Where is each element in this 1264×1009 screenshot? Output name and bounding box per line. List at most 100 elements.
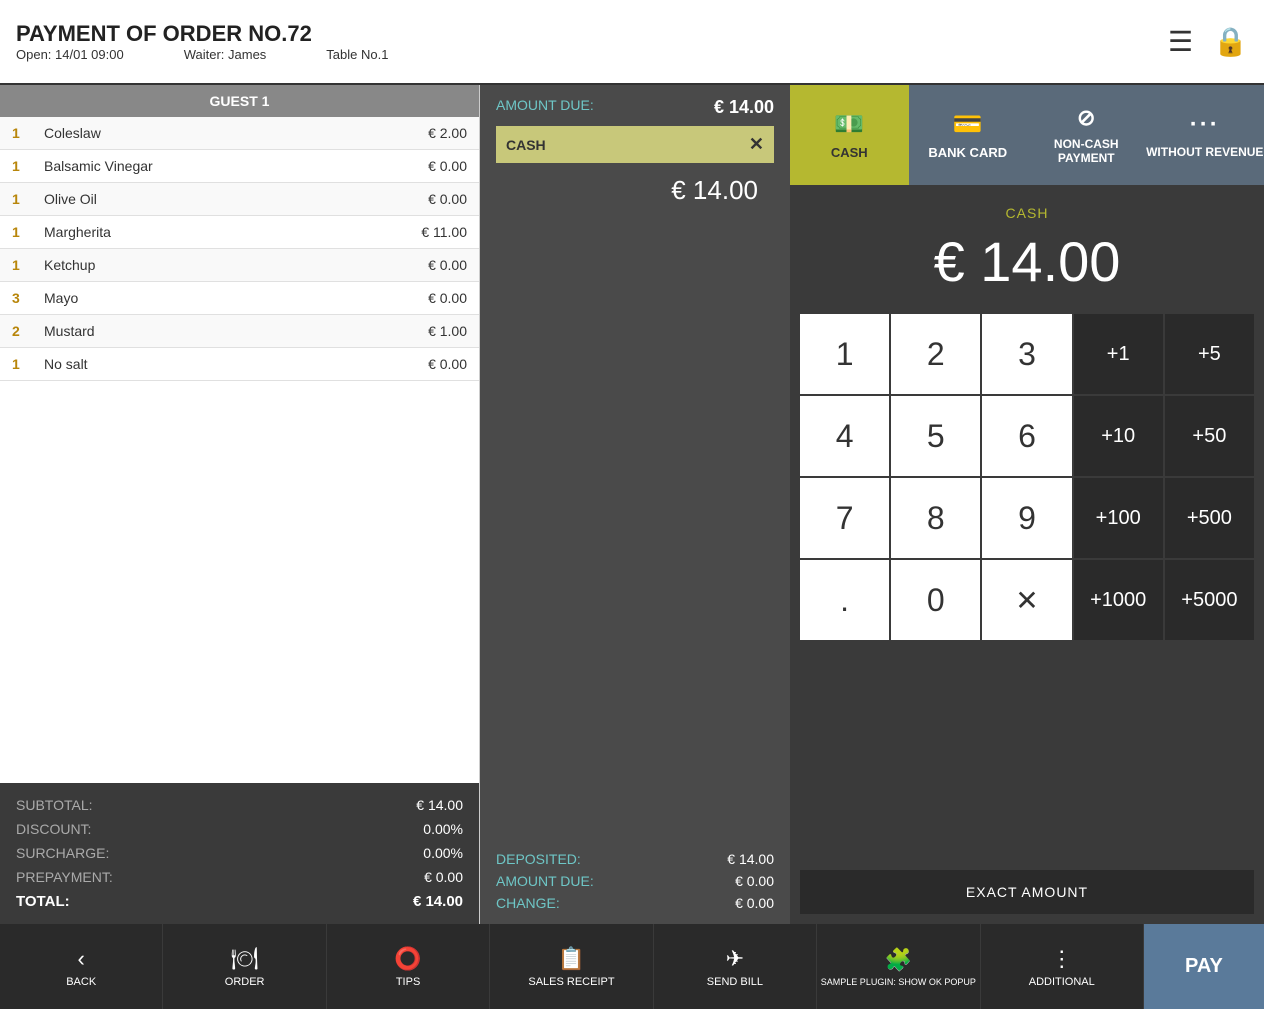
prepayment-label: PREPAYMENT: [16,869,113,885]
item-price: € 0.00 [428,191,467,207]
numpad-5[interactable]: 5 [891,396,980,476]
table-row: 2 Mustard € 1.00 [0,315,479,348]
numpad-area: 1 2 3 +1 +5 4 5 6 +10 +50 7 8 9 +100 +50… [790,314,1264,868]
item-qty: 3 [12,290,32,306]
prepayment-value: € 0.00 [424,869,463,885]
bank-card-icon: 💳 [953,110,983,139]
without-revenue-icon: ··· [1190,111,1220,139]
discount-label: DISCOUNT: [16,821,91,837]
order-summary: SUBTOTAL: € 14.00 DISCOUNT: 0.00% SURCHA… [0,783,479,924]
waiter-name: Waiter: James [184,47,267,62]
change-value: € 0.00 [735,895,774,911]
deposited-label: DEPOSITED: [496,851,581,867]
tips-icon: ⭕ [394,946,421,972]
numpad-1[interactable]: 1 [800,314,889,394]
subtotal-row: SUBTOTAL: € 14.00 [16,793,463,817]
tab-cash[interactable]: 💵 CASH [790,85,909,185]
cash-icon: 💵 [834,110,864,139]
surcharge-row: SURCHARGE: 0.00% [16,841,463,865]
payment-tabs: 💵 CASH 💳 BANK CARD ⊘ NON-CASH PAYMENT ··… [790,85,1264,185]
page-title: PAYMENT OF ORDER NO.72 [16,21,1168,47]
cash-tag-close[interactable]: ✕ [749,134,764,155]
nav-sales-receipt[interactable]: 📋 SALES RECEIPT [490,924,653,1009]
change-label: CHANGE: [496,895,560,911]
numpad-6[interactable]: 6 [982,396,1071,476]
numpad-0[interactable]: 0 [891,560,980,640]
item-qty: 1 [12,125,32,141]
quick-add-500[interactable]: +500 [1165,478,1254,558]
numpad-4[interactable]: 4 [800,396,889,476]
quick-add-100[interactable]: +100 [1074,478,1163,558]
cash-amount-display: € 14.00 [496,167,774,214]
left-panel: GUEST 1 1 Coleslaw € 2.00 1 Balsamic Vin… [0,85,480,924]
numpad-7[interactable]: 7 [800,478,889,558]
deposited-value: € 14.00 [727,851,774,867]
nav-back-label: BACK [66,976,96,988]
quick-add-5[interactable]: +5 [1165,314,1254,394]
exact-amount-button[interactable]: EXACT AMOUNT [800,870,1254,914]
item-qty: 1 [12,191,32,207]
sales-receipt-icon: 📋 [558,946,585,972]
header: PAYMENT OF ORDER NO.72 Open: 14/01 09:00… [0,0,1264,85]
tab-without-revenue[interactable]: ··· WITHOUT REVENUE [1146,85,1264,185]
nav-sample-plugin-label: SAMPLE PLUGIN: SHOW OK POPUP [821,977,976,987]
main-content: GUEST 1 1 Coleslaw € 2.00 1 Balsamic Vin… [0,85,1264,924]
nav-additional[interactable]: ⋮ ADDITIONAL [981,924,1144,1009]
item-qty: 1 [12,158,32,174]
lock-icon[interactable]: 🔒 [1213,25,1248,58]
nav-sample-plugin[interactable]: 🧩 SAMPLE PLUGIN: SHOW OK POPUP [817,924,980,1009]
deposited-section: DEPOSITED: € 14.00 AMOUNT DUE: € 0.00 CH… [480,838,790,924]
nav-order[interactable]: 🍽 ORDER [163,924,326,1009]
table-row: 1 Olive Oil € 0.00 [0,183,479,216]
tab-bank-card[interactable]: 💳 BANK CARD [909,85,1028,185]
nav-send-bill[interactable]: ✈ SEND BILL [654,924,817,1009]
item-price: € 0.00 [428,257,467,273]
item-name: No salt [44,356,428,372]
menu-icon[interactable]: ☰ [1168,25,1193,58]
numpad-dot[interactable]: . [800,560,889,640]
quick-add-1000[interactable]: +1000 [1074,560,1163,640]
guest-header: GUEST 1 [0,85,479,117]
send-bill-icon: ✈ [726,946,744,972]
cash-display-area: CASH € 14.00 [790,185,1264,314]
item-name: Mayo [44,290,428,306]
table-row: 3 Mayo € 0.00 [0,282,479,315]
tab-non-cash[interactable]: ⊘ NON-CASH PAYMENT [1027,85,1146,185]
open-time: Open: 14/01 09:00 [16,47,124,62]
discount-row: DISCOUNT: 0.00% [16,817,463,841]
table-row: 1 Balsamic Vinegar € 0.00 [0,150,479,183]
table-number: Table No.1 [326,47,388,62]
additional-icon: ⋮ [1051,946,1073,972]
numpad-9[interactable]: 9 [982,478,1071,558]
amount-due-value: € 14.00 [714,97,774,118]
amount-due-label: AMOUNT DUE: [496,97,594,118]
table-row: 1 Coleslaw € 2.00 [0,117,479,150]
item-price: € 1.00 [428,323,467,339]
tab-bank-card-label: BANK CARD [928,145,1007,160]
total-label: TOTAL: [16,893,70,910]
quick-add-50[interactable]: +50 [1165,396,1254,476]
numpad-3[interactable]: 3 [982,314,1071,394]
header-meta: Open: 14/01 09:00 Waiter: James Table No… [16,47,1168,62]
quick-add-1[interactable]: +1 [1074,314,1163,394]
numpad-2[interactable]: 2 [891,314,980,394]
nav-back[interactable]: ‹ BACK [0,924,163,1009]
amount-due2-value: € 0.00 [735,873,774,889]
back-icon: ‹ [78,946,85,972]
quick-add-10[interactable]: +10 [1074,396,1163,476]
subtotal-label: SUBTOTAL: [16,797,93,813]
item-name: Margherita [44,224,421,240]
item-qty: 1 [12,356,32,372]
cash-panel-amount: € 14.00 [810,229,1244,294]
numpad-8[interactable]: 8 [891,478,980,558]
item-price: € 0.00 [428,356,467,372]
table-row: 1 No salt € 0.00 [0,348,479,381]
bottom-nav: ‹ BACK 🍽 ORDER ⭕ TIPS 📋 SALES RECEIPT ✈ … [0,924,1264,1009]
pay-button[interactable]: PAY [1144,924,1264,1009]
numpad-backspace[interactable]: ✕ [982,560,1071,640]
quick-add-5000[interactable]: +5000 [1165,560,1254,640]
numpad-grid: 1 2 3 +1 +5 4 5 6 +10 +50 7 8 9 +100 +50… [800,314,1254,640]
nav-tips[interactable]: ⭕ TIPS [327,924,490,1009]
total-value: € 14.00 [413,893,463,910]
amount-due2-row: AMOUNT DUE: € 0.00 [496,870,774,892]
